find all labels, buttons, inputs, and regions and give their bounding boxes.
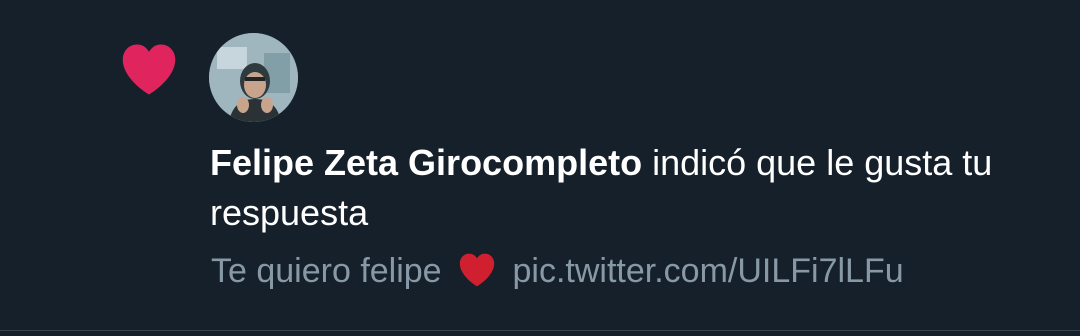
red-heart-emoji-icon: [459, 253, 495, 287]
avatar[interactable]: [209, 33, 298, 122]
actor-name[interactable]: Felipe Zeta Girocompleto: [210, 142, 642, 183]
heart-icon: [122, 44, 176, 95]
avatar-image: [209, 33, 298, 122]
notification-message: Felipe Zeta Girocompleto indicó que le g…: [210, 138, 1040, 238]
tweet-preview[interactable]: Te quiero felipe pic.twitter.com/UILFi7l…: [211, 248, 1071, 294]
preview-link[interactable]: pic.twitter.com/UILFi7lLFu: [513, 252, 904, 290]
preview-text: Te quiero felipe: [211, 252, 442, 290]
divider: [0, 330, 1080, 331]
like-notification[interactable]: Felipe Zeta Girocompleto indicó que le g…: [0, 0, 1080, 336]
